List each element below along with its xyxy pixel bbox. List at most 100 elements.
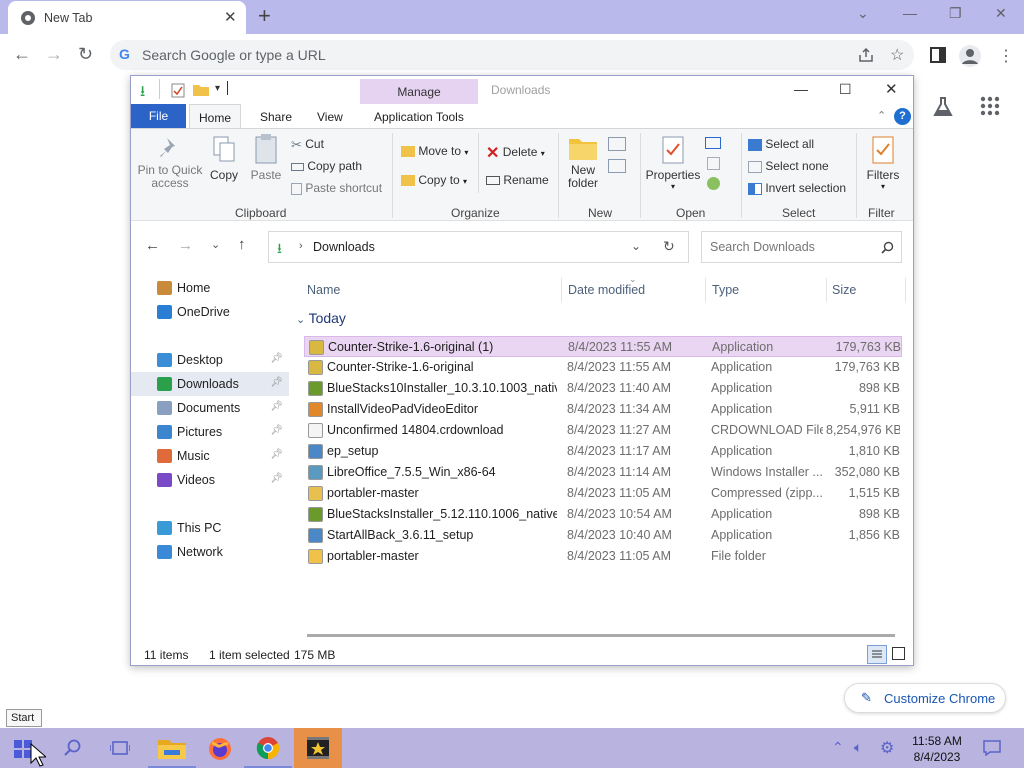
notification-icon[interactable] (983, 740, 1001, 756)
invert-selection-button[interactable]: Invert selection (748, 181, 846, 195)
history-icon[interactable] (707, 177, 720, 190)
sidebar-item-network[interactable]: Network (131, 540, 289, 564)
help-icon[interactable]: ? (894, 108, 911, 125)
easy-access-icon[interactable] (608, 159, 626, 173)
close-explorer-button[interactable]: ✕ (885, 80, 898, 98)
sidebar-item-documents[interactable]: Documents 📌︎ (131, 396, 289, 420)
table-row[interactable]: Unconfirmed 14804.crdownload 8/4/2023 11:… (304, 420, 902, 441)
tab-home[interactable]: Home (189, 104, 241, 128)
side-panel-icon[interactable] (930, 47, 946, 63)
pin-to-quick-access-button[interactable]: Pin to Quick access (137, 135, 203, 190)
properties-button[interactable]: Properties ▾ (645, 135, 701, 191)
minimize-explorer-button[interactable]: — (794, 81, 808, 97)
filters-button[interactable]: Filters ▾ (862, 135, 904, 191)
paste-shortcut-button[interactable]: Paste shortcut (291, 181, 382, 195)
search-box[interactable]: Search Downloads (701, 231, 902, 263)
edit-icon[interactable] (707, 157, 720, 170)
taskbar-chrome[interactable] (244, 728, 292, 768)
more-menu-icon[interactable]: ⋮ (998, 46, 1014, 66)
labs-flask-icon[interactable] (932, 96, 954, 118)
new-tab-button[interactable]: + (258, 4, 271, 28)
table-row[interactable]: Counter-Strike-1.6-original 8/4/2023 11:5… (304, 357, 902, 378)
table-row[interactable]: Counter-Strike-1.6-original (1) 8/4/2023 … (304, 336, 902, 357)
tab-application-tools[interactable]: Application Tools (374, 110, 464, 124)
new-item-icon[interactable] (608, 137, 626, 151)
details-view-button[interactable] (867, 645, 887, 664)
move-to-button[interactable]: Move to ▾ (401, 144, 468, 158)
table-row[interactable]: portabler-master 8/4/2023 11:05 AM Compres… (304, 483, 902, 504)
cut-button[interactable]: ✂ Cut (291, 137, 324, 153)
share-icon[interactable] (858, 48, 874, 62)
search-icon[interactable] (63, 739, 81, 757)
table-row[interactable]: StartAllBack_3.6.11_setup 8/4/2023 10:40 … (304, 525, 902, 546)
reload-icon[interactable]: ↻ (78, 44, 93, 65)
sidebar-item-home[interactable]: Home (131, 276, 289, 300)
volume-icon[interactable]: 🔈︎ (854, 739, 862, 756)
up-arrow-icon[interactable]: ↑ (238, 236, 246, 253)
close-window-button[interactable]: ✕ (995, 5, 1007, 22)
sidebar-item-music[interactable]: Music 📌︎ (131, 444, 289, 468)
bookmark-star-icon[interactable]: ☆ (890, 45, 904, 65)
delete-button[interactable]: ✕ Delete ▾ (486, 143, 545, 163)
omnibox[interactable]: G Search Google or type a URL ☆ (110, 40, 914, 70)
chevron-down-icon[interactable]: ⌄ (857, 5, 869, 22)
sidebar-item-pictures[interactable]: Pictures 📌︎ (131, 420, 289, 444)
table-row[interactable]: portabler-master 8/4/2023 11:05 AM File fo… (304, 546, 902, 567)
new-folder-quick-icon[interactable] (193, 83, 209, 96)
back-arrow-icon[interactable]: ← (145, 237, 160, 254)
sidebar-item-downloads[interactable]: Downloads 📌︎ (131, 372, 289, 396)
recent-locations-chevron-icon[interactable]: ⌄ (211, 238, 220, 251)
close-tab-icon[interactable]: ✕ (224, 8, 237, 26)
properties-quick-icon[interactable] (171, 83, 185, 98)
refresh-icon[interactable]: ↻ (663, 238, 675, 255)
large-icons-view-button[interactable] (892, 647, 905, 660)
taskbar-clock[interactable]: 11:58 AM 8/4/2023 (904, 733, 970, 765)
table-row[interactable]: BlueStacksInstaller_5.12.110.1006_native… (304, 504, 902, 525)
profile-avatar-icon[interactable] (958, 44, 982, 68)
minimize-window-button[interactable]: — (903, 5, 917, 21)
copy-to-button[interactable]: Copy to ▾ (401, 173, 467, 187)
taskbar-file-explorer[interactable] (148, 728, 196, 768)
forward-arrow-icon[interactable]: → (178, 237, 193, 254)
address-dropdown-icon[interactable]: ⌄ (631, 239, 641, 253)
table-row[interactable]: LibreOffice_7.5.5_Win_x86-64 8/4/2023 11:… (304, 462, 902, 483)
group-header-today[interactable]: ⌄ Today (296, 310, 346, 326)
table-row[interactable]: ep_setup 8/4/2023 11:17 AM Application 1,81… (304, 441, 902, 462)
column-header-type[interactable]: Type (712, 283, 739, 297)
maximize-explorer-button[interactable]: ☐ (839, 81, 852, 98)
address-bar[interactable]: ⭳ › Downloads ⌄ ↻ (268, 231, 689, 263)
tab-share[interactable]: Share (260, 110, 292, 124)
back-arrow-icon[interactable]: ← (13, 44, 31, 65)
settings-gear-icon[interactable]: ⚙ (880, 738, 894, 758)
sidebar-item-videos[interactable]: Videos 📌︎ (131, 468, 289, 492)
show-hidden-icons-chevron-icon[interactable]: ⌃ (832, 739, 844, 756)
task-view-icon[interactable] (110, 739, 130, 757)
google-apps-icon[interactable] (980, 96, 1000, 116)
manage-contextual-tab[interactable]: Manage (360, 79, 478, 104)
copy-path-button[interactable]: Copy path (291, 159, 362, 173)
table-row[interactable]: InstallVideoPadVideoEditor 8/4/2023 11:34… (304, 399, 902, 420)
copy-button[interactable]: Copy (206, 135, 242, 182)
paste-button[interactable]: Paste (247, 133, 285, 182)
forward-arrow-icon[interactable]: → (45, 44, 63, 65)
new-folder-button[interactable]: New folder (563, 135, 603, 190)
select-all-button[interactable]: Select all (748, 137, 814, 151)
taskbar-firefox[interactable] (196, 728, 244, 768)
column-header-name[interactable]: Name (307, 283, 340, 297)
tab-file[interactable]: File (131, 104, 186, 128)
sidebar-item-this-pc[interactable]: This PC (131, 516, 289, 540)
open-icon[interactable] (705, 137, 721, 149)
table-row[interactable]: BlueStacks10Installer_10.3.10.1003_nativ… (304, 378, 902, 399)
customize-quick-access-icon[interactable]: ▾ (215, 83, 220, 94)
rename-button[interactable]: Rename (486, 173, 549, 187)
tab-view[interactable]: View (317, 110, 343, 124)
customize-chrome-button[interactable]: ✎ Customize Chrome (844, 683, 1006, 713)
select-none-button[interactable]: Select none (748, 159, 829, 173)
restore-window-button[interactable]: ❐ (949, 5, 962, 22)
browser-tab[interactable]: New Tab ✕ (8, 1, 246, 34)
collapse-ribbon-icon[interactable]: ⌃ (877, 109, 886, 122)
sidebar-item-onedrive[interactable]: OneDrive (131, 300, 289, 324)
column-header-size[interactable]: Size (832, 283, 856, 297)
horizontal-scrollbar[interactable] (307, 634, 895, 637)
taskbar-media-app[interactable] (294, 728, 342, 768)
